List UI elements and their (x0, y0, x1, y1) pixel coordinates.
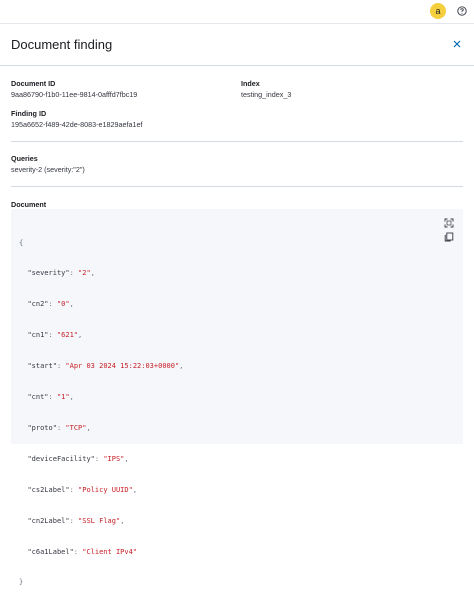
json-value: "SSL Flag" (78, 516, 121, 525)
json-comma: , (86, 423, 91, 432)
json-line: "cn1": "621", (27, 331, 83, 340)
copy-icon[interactable] (444, 232, 454, 242)
document-id-label: Document ID (11, 79, 56, 88)
document-code-block: { "severity": "2", "cn2": "0", "cn1": "6… (11, 209, 463, 586)
json-comma: , (120, 516, 125, 525)
index-label: Index (241, 79, 260, 88)
finding-id-label: Finding ID (11, 109, 47, 118)
finding-id-value: 195a6652-f489-42de-8083-e1829aefa1ef (11, 120, 143, 129)
json-line: "cnt": "1", (27, 393, 74, 402)
json-comma: , (69, 300, 74, 309)
json-key: "cn2" (27, 300, 49, 309)
json-key: "cnt" (27, 393, 49, 402)
divider (11, 141, 463, 142)
json-value: "Apr 03 2024 15:22:03+0000" (65, 362, 180, 371)
json-value: "Client IPv4" (82, 547, 138, 556)
fullscreen-icon[interactable] (444, 218, 454, 228)
flyout-title: Document finding (11, 37, 113, 52)
json-key: "cn2Label" (27, 516, 70, 525)
json-comma: , (124, 454, 129, 463)
queries-label: Queries (11, 154, 38, 163)
json-value: "2" (78, 269, 91, 278)
json-value: "621" (56, 331, 79, 340)
json-value: "IPS" (103, 454, 125, 463)
json-value: "0" (56, 300, 70, 309)
help-circle-icon[interactable] (457, 6, 467, 16)
close-icon[interactable] (451, 38, 463, 50)
index-value: testing_index_3 (241, 90, 292, 99)
json-value: "TCP" (65, 423, 87, 432)
document-id-value: 9aa86790-f1b0-11ee-9814-0afffd7fbc19 (11, 90, 138, 99)
json-comma: , (132, 485, 138, 494)
json-line: "severity": "2", (27, 269, 95, 278)
json-value: "Policy UUID" (78, 485, 133, 494)
flyout-header: Document finding (0, 25, 474, 66)
json-comma: , (78, 331, 83, 340)
json-comma: , (179, 362, 184, 371)
json-key: "c6a1Label" (27, 547, 74, 556)
json-key: "cs2Label" (27, 485, 70, 494)
json-comma: , (69, 393, 74, 402)
json-key: "severity" (27, 269, 70, 278)
close-brace: } (19, 578, 24, 587)
json-key: "start" (27, 362, 57, 371)
json-key: "cn1" (27, 331, 49, 340)
document-label: Document (11, 200, 47, 209)
queries-value: severity-2 (severity:"2") (11, 165, 85, 174)
json-line: "start": "Apr 03 2024 15:22:03+0000", (27, 362, 184, 371)
json-key: "proto" (27, 423, 57, 432)
open-brace: { (19, 238, 24, 247)
json-line: "cs2Label": "Policy UUID", (27, 485, 138, 494)
json-key: "deviceFacility" (27, 454, 95, 463)
top-bar: a (0, 0, 474, 24)
json-line: "c6a1Label": "Client IPv4" (27, 547, 138, 556)
document-json: { "severity": "2", "cn2": "0", "cn1": "6… (19, 217, 183, 608)
json-line: "cn2": "0", (27, 300, 74, 309)
json-line: "deviceFacility": "IPS", (27, 454, 129, 463)
json-line: "cn2Label": "SSL Flag", (27, 516, 125, 525)
json-value: "1" (56, 393, 70, 402)
json-comma: , (90, 269, 95, 278)
json-line: "proto": "TCP", (27, 423, 91, 432)
user-avatar[interactable]: a (430, 3, 446, 19)
divider (11, 186, 463, 187)
